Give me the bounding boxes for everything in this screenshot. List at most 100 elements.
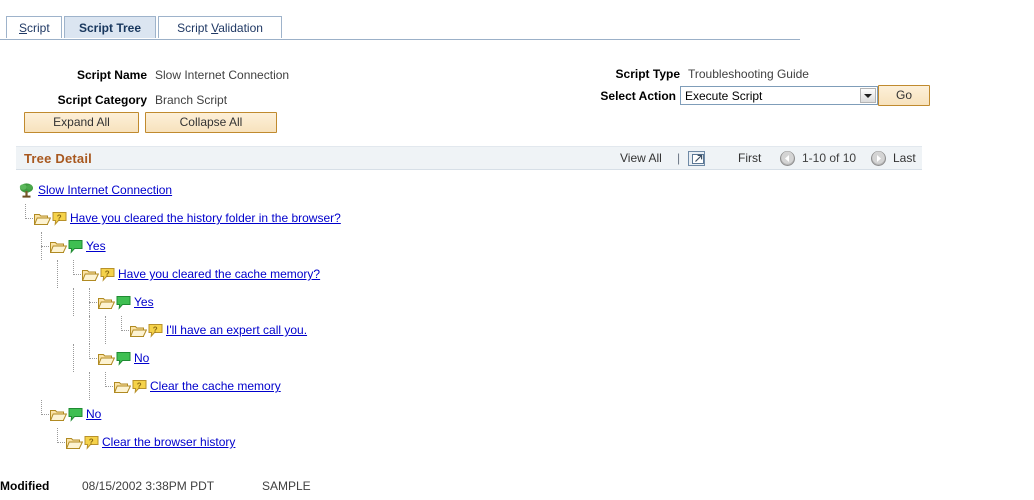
- svg-text:?: ?: [89, 437, 94, 446]
- tree-node-link[interactable]: I'll have an expert call you.: [166, 323, 307, 337]
- tree-connector-elbow: [114, 316, 130, 339]
- tree-node-row: ? Have you cleared the cache memory?: [0, 260, 1034, 288]
- tab-script-tree[interactable]: Script Tree: [64, 16, 156, 38]
- svg-text:?: ?: [57, 213, 62, 222]
- tree-guide-line: [82, 372, 98, 400]
- script-type-value: Troubleshooting Guide: [688, 67, 809, 81]
- folder-icon[interactable]: [65, 435, 84, 450]
- script-category-value: Branch Script: [155, 93, 228, 107]
- tree-guide-line: [50, 260, 66, 288]
- svg-text:?: ?: [137, 381, 142, 390]
- tree-node-link[interactable]: Clear the cache memory: [150, 379, 281, 393]
- previous-arrow-icon[interactable]: [780, 151, 795, 166]
- tree-icon: [18, 182, 35, 199]
- script-category-label: Script Category: [57, 93, 147, 107]
- sample-value: SAMPLE: [262, 479, 311, 493]
- page-range-label: 1-10 of 10: [802, 151, 857, 165]
- question-bubble-icon: ?: [100, 267, 115, 282]
- question-bubble-icon: ?: [52, 211, 67, 226]
- modified-value: 08/15/2002 3:38PM PDT: [82, 479, 215, 493]
- first-page-link[interactable]: First: [738, 151, 761, 165]
- tree-node-link[interactable]: Clear the browser history: [102, 435, 235, 449]
- tree-detail-title: Tree Detail: [24, 151, 92, 166]
- folder-icon[interactable]: [129, 323, 148, 338]
- tree-guide-line: [66, 288, 82, 316]
- next-arrow-icon[interactable]: [871, 151, 886, 166]
- tree-connector-elbow: [34, 400, 50, 423]
- tree-node-row: Slow Internet Connection: [0, 176, 1034, 204]
- tree-node-row: Yes: [0, 288, 1034, 316]
- folder-icon[interactable]: [113, 379, 132, 394]
- svg-text:?: ?: [105, 269, 110, 278]
- tab-strip-rule: [0, 39, 800, 40]
- tree-node-row: ? I'll have an expert call you.: [0, 316, 1034, 344]
- tree-connector-tee: [82, 288, 98, 316]
- new-window-icon[interactable]: [688, 149, 707, 167]
- question-bubble-icon: ?: [148, 323, 163, 338]
- tree-connector-elbow: [66, 260, 82, 283]
- answer-bubble-icon: [68, 239, 83, 254]
- tree-node-row: No: [0, 344, 1034, 372]
- view-all-link[interactable]: View All: [620, 151, 662, 165]
- tree-node-row: ? Clear the browser history: [0, 428, 1034, 456]
- tree-connector-tee: [34, 232, 50, 260]
- folder-icon[interactable]: [81, 267, 100, 282]
- tab-strip: Script Script Tree Script Validation: [0, 16, 800, 40]
- tree-node-link[interactable]: No: [86, 407, 101, 421]
- svg-text:?: ?: [153, 325, 158, 334]
- script-name-label: Script Name: [76, 68, 147, 82]
- tab-script[interactable]: Script: [6, 16, 62, 38]
- answer-bubble-icon: [68, 407, 83, 422]
- tree-node-link[interactable]: Slow Internet Connection: [38, 183, 172, 197]
- tab-script-validation[interactable]: Script Validation: [158, 16, 282, 38]
- expand-all-button[interactable]: Expand All: [24, 112, 139, 133]
- tree-detail-header-bar: Tree Detail View All | First 1-10 of 10: [16, 146, 922, 170]
- answer-bubble-icon: [116, 351, 131, 366]
- tree-detail-list: Slow Internet Connection? Have you cleare…: [0, 176, 1034, 456]
- question-bubble-icon: ?: [84, 435, 99, 450]
- tree-connector-elbow: [98, 372, 114, 395]
- tree-guide-line: [98, 316, 114, 344]
- modified-label: Modified: [0, 479, 50, 493]
- go-button[interactable]: Go: [878, 85, 930, 106]
- select-action-dropdown[interactable]: Execute Script: [680, 86, 878, 105]
- folder-icon[interactable]: [97, 351, 116, 366]
- tree-connector-elbow: [18, 204, 34, 227]
- script-tree-page: Script Script Tree Script Validation Scr…: [0, 0, 1034, 500]
- folder-icon[interactable]: [33, 211, 52, 226]
- tree-node-link[interactable]: Yes: [134, 295, 154, 309]
- script-type-label: Script Type: [615, 67, 680, 81]
- tree-guide-line: [66, 344, 82, 372]
- tree-node-link[interactable]: No: [134, 351, 149, 365]
- folder-icon[interactable]: [97, 295, 116, 310]
- tree-node-link[interactable]: Have you cleared the history folder in t…: [70, 211, 341, 225]
- script-name-value: Slow Internet Connection: [155, 68, 290, 82]
- tree-node-row: ? Clear the cache memory: [0, 372, 1034, 400]
- tree-node-link[interactable]: Have you cleared the cache memory?: [118, 267, 320, 281]
- tree-connector-elbow: [82, 344, 98, 367]
- last-page-link[interactable]: Last: [893, 151, 916, 165]
- tree-node-row: Yes: [0, 232, 1034, 260]
- tab-script-tree-label: Script Tree: [78, 21, 142, 35]
- folder-icon[interactable]: [49, 239, 68, 254]
- tree-node-link[interactable]: Yes: [86, 239, 106, 253]
- tree-guide-line: [82, 316, 98, 344]
- view-all-separator: |: [677, 151, 681, 165]
- chevron-down-icon[interactable]: [860, 88, 876, 103]
- tree-node-row: ? Have you cleared the history folder in …: [0, 204, 1034, 232]
- tab-script-label-rest: cript: [27, 21, 50, 35]
- tree-connector-elbow: [50, 428, 66, 451]
- answer-bubble-icon: [116, 295, 131, 310]
- folder-icon[interactable]: [49, 407, 68, 422]
- collapse-all-button[interactable]: Collapse All: [145, 112, 277, 133]
